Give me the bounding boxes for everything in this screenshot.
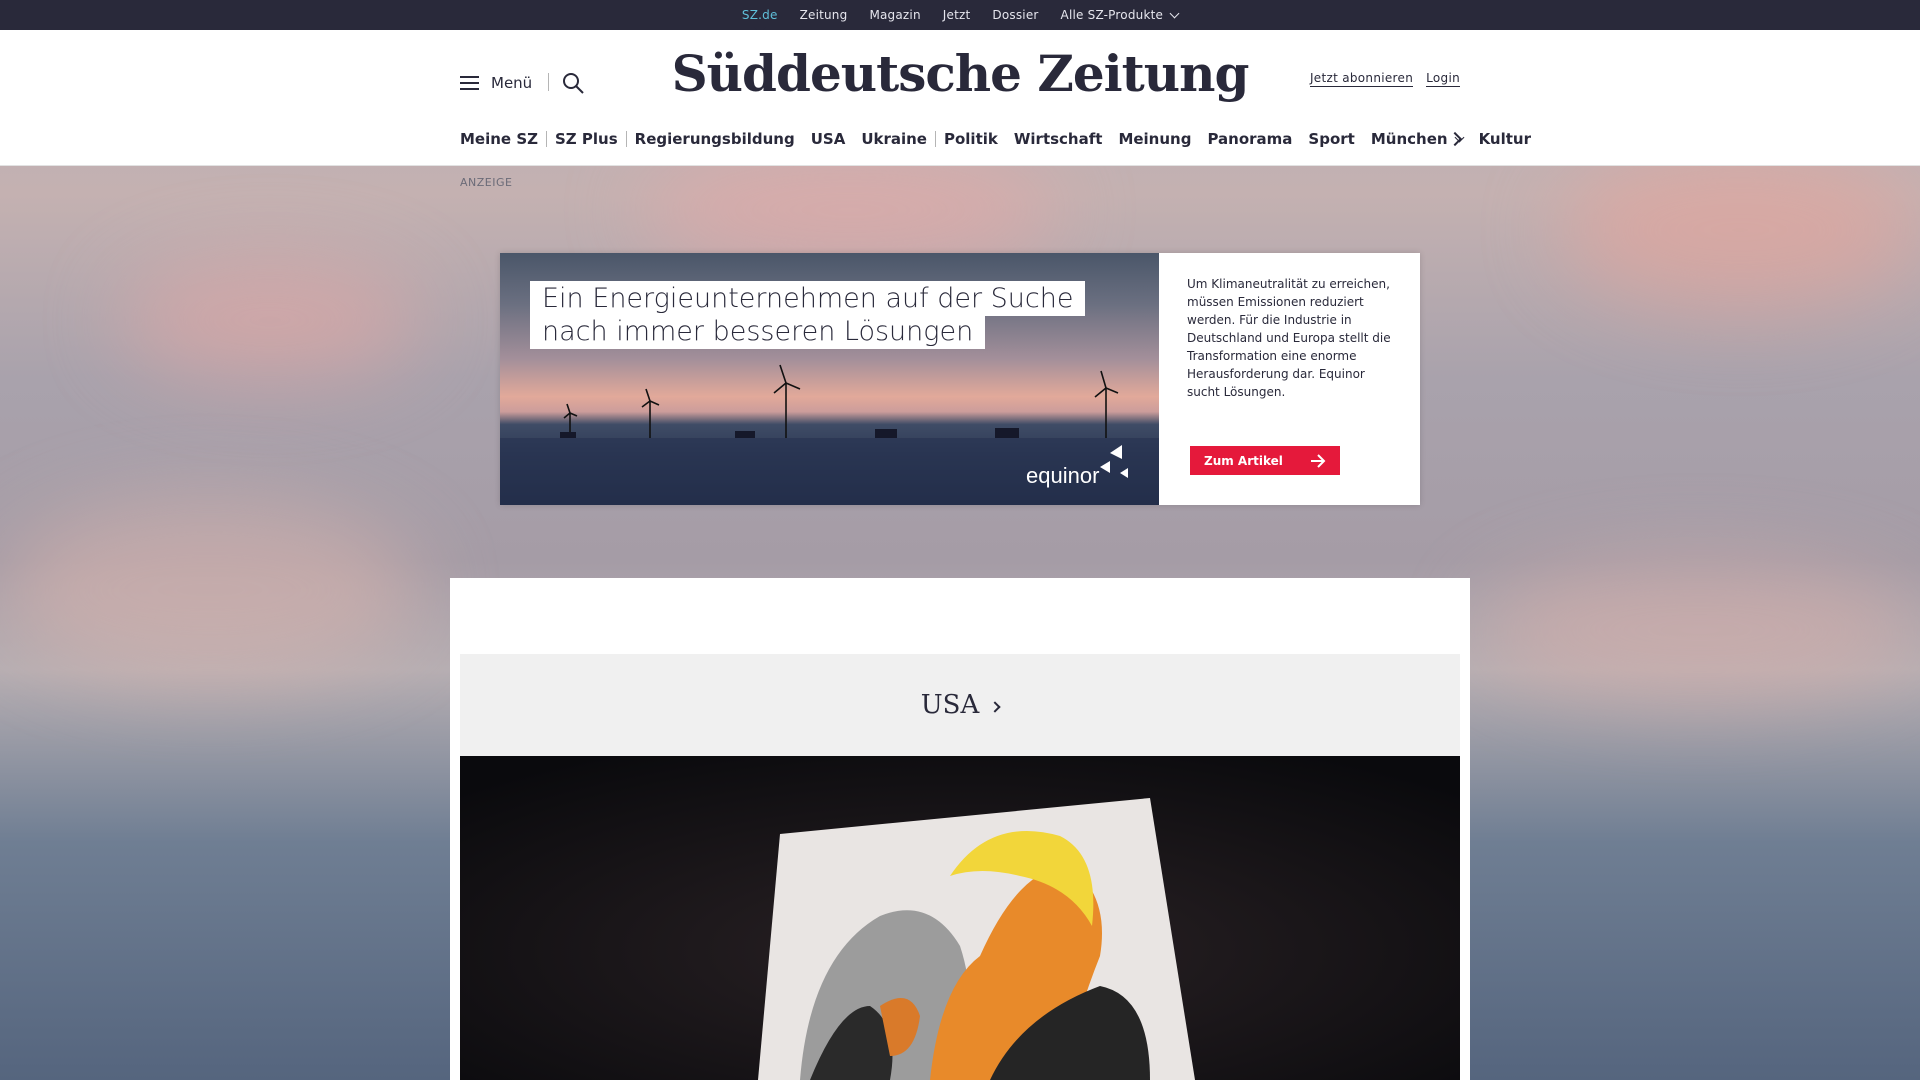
equinor-logo: equinor — [1026, 463, 1100, 488]
background-blur — [1480, 560, 1920, 700]
product-link-sz[interactable]: SZ.de — [742, 8, 778, 22]
section-header-usa[interactable]: USA — [460, 654, 1460, 756]
nav-item-ukraine[interactable]: Ukraine — [853, 130, 935, 148]
product-bar: SZ.de Zeitung Magazin Jetzt Dossier Alle… — [0, 0, 1920, 30]
account-links: Jetzt abonnieren Login — [1309, 71, 1460, 87]
ad-headline-line1: Ein Energieunternehmen auf der Suche — [530, 281, 1086, 316]
subscribe-link[interactable]: Jetzt abonnieren — [1309, 71, 1414, 87]
background-blur — [1560, 150, 1920, 310]
ad-cta-button[interactable]: Zum Artikel — [1190, 446, 1340, 475]
chevron-right-icon — [989, 701, 1001, 713]
product-link-magazin[interactable]: Magazin — [869, 8, 920, 22]
nav-item-panorama[interactable]: Panorama — [1199, 130, 1300, 148]
product-link-dossier[interactable]: Dossier — [992, 8, 1038, 22]
nav-item-meinung[interactable]: Meinung — [1110, 130, 1199, 148]
hero-image[interactable] — [460, 756, 1460, 1080]
all-products-dropdown[interactable]: Alle SZ-Produkte — [1060, 8, 1180, 22]
background-blur — [640, 150, 1060, 270]
ad-headline: Ein Energieunternehmen auf der Suche nac… — [530, 281, 1086, 349]
content-card: USA — [450, 578, 1470, 1080]
nav-item-kultur[interactable]: Kultur — [1471, 130, 1539, 148]
background-blur — [120, 260, 420, 380]
all-products-label: Alle SZ-Produkte — [1060, 8, 1164, 22]
background-blur — [0, 500, 420, 680]
product-link-zeitung[interactable]: Zeitung — [800, 8, 848, 22]
site-logo[interactable]: Süddeutsche Zeitung — [0, 44, 1920, 103]
section-title: USA — [920, 690, 980, 720]
nav-item-meine-sz[interactable]: Meine SZ — [460, 130, 546, 148]
main-nav: Meine SZ SZ Plus Regierungsbildung USA U… — [460, 130, 1539, 148]
nav-item-sz-plus[interactable]: SZ Plus — [547, 130, 626, 148]
chevron-down-icon — [1169, 8, 1180, 18]
login-link[interactable]: Login — [1426, 71, 1460, 87]
nav-item-usa[interactable]: USA — [803, 130, 854, 148]
hero-drawing-illustration — [460, 756, 1460, 1080]
product-link-jetzt[interactable]: Jetzt — [943, 8, 971, 22]
nav-item-muenchen-label: München — [1370, 130, 1448, 148]
site-header: Menü Süddeutsche Zeitung Jetzt abonniere… — [0, 30, 1920, 166]
nav-item-regierungsbildung[interactable]: Regierungsbildung — [627, 130, 803, 148]
arrow-right-icon — [1311, 453, 1326, 468]
ad-label: ANZEIGE — [460, 176, 513, 189]
ad-cta-label: Zum Artikel — [1204, 453, 1283, 468]
nav-item-politik[interactable]: Politik — [936, 130, 1006, 148]
advertisement[interactable]: Ein Energieunternehmen auf der Suche nac… — [500, 253, 1420, 505]
nav-item-wirtschaft[interactable]: Wirtschaft — [1006, 130, 1111, 148]
nav-item-sport[interactable]: Sport — [1300, 130, 1362, 148]
ad-headline-line2: nach immer besseren Lösungen — [530, 314, 986, 349]
ad-image[interactable]: Ein Energieunternehmen auf der Suche nac… — [500, 253, 1159, 505]
ad-body-text: Um Klimaneutralität zu erreichen, müssen… — [1187, 277, 1391, 399]
